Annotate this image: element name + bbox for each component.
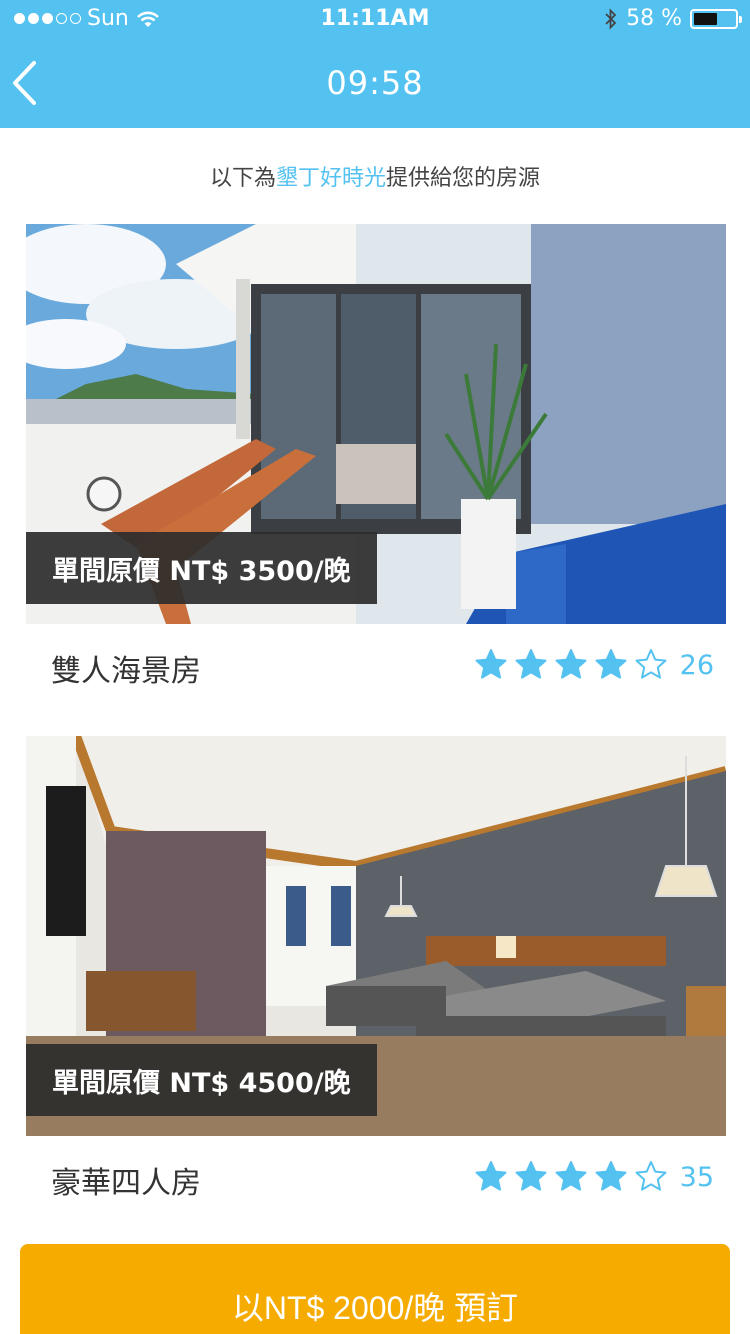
review-count: 26 (679, 649, 714, 681)
intro-text: 以下為墾丁好時光提供給您的房源 (0, 160, 750, 192)
app-header: Sun 11:11AM 58 % 09:58 (0, 0, 750, 128)
room-name: 雙人海景房 (51, 654, 201, 689)
room-card[interactable]: 單間原價 NT$ 4500/晚 豪華四人房 35 (26, 736, 726, 1216)
battery-tip (739, 15, 742, 23)
room-photo[interactable]: 單間原價 NT$ 4500/晚 (26, 736, 726, 1136)
review-count: 35 (679, 1161, 714, 1193)
intro-suffix: 提供給您的房源 (386, 166, 541, 191)
star-filled-icon (555, 1161, 587, 1191)
price-tag: 單間原價 NT$ 3500/晚 (26, 532, 377, 604)
price-tag: 單間原價 NT$ 4500/晚 (26, 1044, 377, 1116)
room-name: 豪華四人房 (51, 1166, 201, 1201)
star-rating (474, 1160, 668, 1194)
intro-prefix: 以下為 (209, 166, 276, 191)
battery-icon (690, 8, 742, 29)
star-rating (474, 648, 668, 682)
star-outline-icon (635, 649, 667, 679)
star-filled-icon (515, 649, 547, 679)
book-button[interactable]: 以NT$ 2000/晚 預訂 (20, 1244, 730, 1334)
host-name-link[interactable]: 墾丁好時光 (276, 166, 386, 191)
star-outline-icon (635, 1161, 667, 1191)
status-right: 58 % (604, 6, 742, 31)
star-filled-icon (595, 649, 627, 679)
room-photo[interactable]: 單間原價 NT$ 3500/晚 (26, 224, 726, 624)
star-filled-icon (555, 649, 587, 679)
page-title: 09:58 (326, 64, 424, 102)
star-filled-icon (475, 1161, 507, 1191)
star-filled-icon (515, 1161, 547, 1191)
star-filled-icon (475, 649, 507, 679)
battery-percent: 58 % (626, 6, 682, 31)
nav-bar: 09:58 (0, 40, 750, 128)
bluetooth-icon (605, 7, 617, 30)
star-filled-icon (595, 1161, 627, 1191)
room-card[interactable]: 單間原價 NT$ 3500/晚 雙人海景房 26 (26, 224, 726, 704)
battery-level (694, 12, 717, 25)
rating: 35 (474, 1160, 714, 1194)
status-bar: Sun 11:11AM 58 % (0, 0, 750, 40)
rating: 26 (474, 648, 714, 682)
